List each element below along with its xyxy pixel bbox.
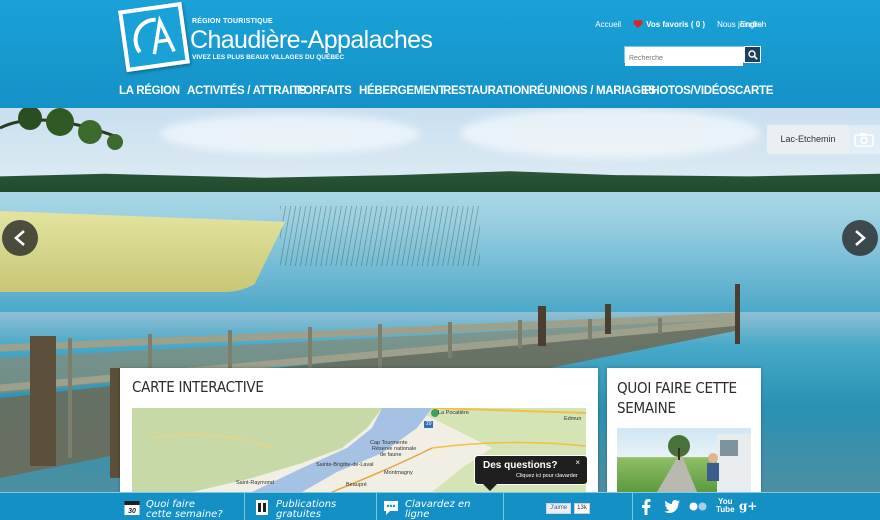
next-slide-button[interactable]	[842, 220, 878, 256]
nav-activities[interactable]: ACTIVITÉS / ATTRAITS	[187, 85, 307, 97]
footer-item3-line2: ligne	[405, 509, 430, 520]
footer-item2-line2: gratuites	[276, 509, 321, 520]
map-panel-title[interactable]: CARTE INTERACTIVE	[132, 378, 264, 396]
map-label: La Pocatière	[438, 410, 469, 416]
this-week-panel: QUOI FAIRE CETTE SEMAINE	[607, 368, 761, 492]
map-label: Beaupré	[346, 482, 367, 488]
nav-media[interactable]: PHOTOS/VIDÉOS	[644, 85, 735, 97]
footer-divider	[503, 493, 504, 520]
brand-name[interactable]: Chaudière-Appalaches	[190, 26, 433, 55]
facebook-like-count: 13k	[574, 503, 590, 514]
map-label: Edmun	[564, 416, 582, 422]
chevron-right-icon	[855, 230, 866, 246]
favorites-link[interactable]: Vos favoris ( 0 )	[633, 20, 705, 29]
footer-divider	[632, 493, 633, 520]
calendar-day: 30	[128, 508, 136, 515]
flickr-icon[interactable]	[689, 502, 707, 511]
treeline	[0, 171, 880, 192]
logo-icon[interactable]	[117, 1, 191, 73]
footer-chat-label: Clavardez en ligne	[405, 500, 470, 520]
map-label: de faune	[380, 452, 402, 458]
top-links: Accueil Vos favoris ( 0 ) Nous joindre	[595, 20, 762, 29]
favorites-label: Vos favoris ( 0 )	[646, 20, 706, 29]
cloud	[160, 114, 420, 154]
footer-divider	[244, 493, 245, 520]
footer-this-week-label: Quoi faire cette semaine?	[146, 500, 223, 520]
previous-slide-button[interactable]	[2, 220, 38, 256]
search-box	[624, 46, 761, 66]
brand-tagline: VIVEZ LES PLUS BEAUX VILLAGES DU QUÉBEC	[192, 54, 345, 61]
chat-bubble[interactable]: Des questions? Cliquez ici pour clavarde…	[474, 455, 588, 491]
nav-meetings[interactable]: RÉUNIONS / MARIAGES	[529, 85, 656, 97]
footer-item1-line2: cette semaine?	[146, 509, 223, 520]
chevron-left-icon	[14, 230, 25, 246]
chat-title: Des questions?	[483, 460, 558, 471]
nav-region[interactable]: LA RÉGION	[119, 85, 180, 97]
cloud	[460, 108, 760, 158]
footer-publications-label: Publications gratuites	[276, 500, 336, 520]
brand-kicker: RÉGION TOURISTIQUE	[192, 18, 273, 25]
youtube-icon[interactable]: You Tube	[716, 498, 735, 514]
youtube-label-2: Tube	[716, 505, 735, 514]
photo-location-tag[interactable]: Lac-Etchemin	[767, 125, 849, 154]
week-photo[interactable]	[617, 428, 751, 492]
brochure-icon	[256, 500, 268, 515]
road-scene-image	[657, 434, 751, 492]
svg-text:g+: g+	[739, 499, 757, 513]
map-label: Montmagny	[384, 470, 413, 476]
home-link[interactable]: Accueil	[595, 20, 621, 29]
camera-icon	[854, 133, 874, 147]
chat-subtitle: Cliquez ici pour clavarder	[516, 473, 578, 479]
search-button[interactable]	[744, 46, 761, 63]
language-link[interactable]: English	[740, 20, 766, 29]
nav-lodging[interactable]: HÉBERGEMENT	[359, 85, 445, 97]
map-label: Saint-Raymond	[236, 480, 274, 486]
site-header: RÉGION TOURISTIQUE Chaudière-Appalaches …	[0, 0, 880, 108]
main-nav: LA RÉGION ACTIVITÉS / ATTRAITS FORFAITS …	[0, 80, 880, 106]
search-icon	[748, 50, 758, 60]
twitter-icon[interactable]	[664, 500, 680, 513]
facebook-like-button[interactable]: J'aime	[546, 503, 572, 514]
google-plus-icon[interactable]: g+	[739, 499, 757, 513]
footer-divider	[376, 493, 377, 520]
nav-packages[interactable]: FORFAITS	[297, 85, 352, 97]
map-label: Sainte-Brigitte-de-Laval	[316, 462, 374, 468]
facebook-icon[interactable]	[641, 499, 651, 515]
heart-icon	[633, 20, 643, 29]
calendar-icon: 30	[124, 501, 140, 515]
facebook-like-widget[interactable]: J'aime 13k	[546, 503, 590, 514]
chat-close-button[interactable]: ×	[575, 458, 580, 467]
nav-map[interactable]: CARTE	[735, 85, 773, 97]
nav-restaurants[interactable]: RESTAURATION	[443, 85, 529, 97]
tree-branch	[0, 108, 123, 150]
route-shield: 20	[426, 421, 432, 427]
search-input[interactable]	[625, 51, 743, 66]
chat-bubble-icon	[384, 501, 398, 515]
photo-gallery-button[interactable]	[849, 125, 880, 154]
week-panel-title[interactable]: QUOI FAIRE CETTE SEMAINE	[617, 378, 761, 418]
